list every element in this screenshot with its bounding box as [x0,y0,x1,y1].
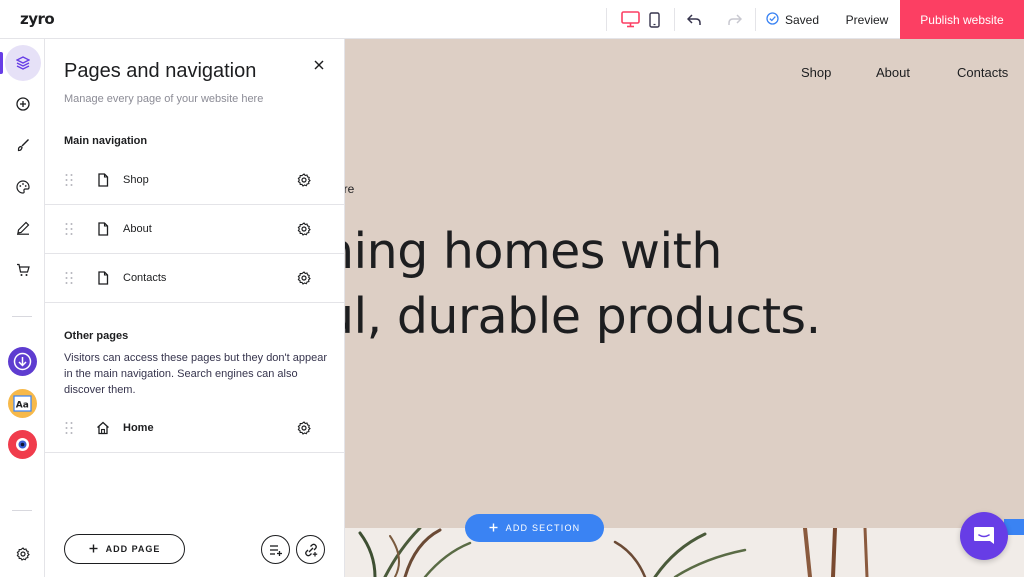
website-canvas[interactable]: Shop About Contacts are ning homes with … [345,39,1024,577]
layers-icon[interactable] [5,45,41,81]
pages-panel: Pages and navigation Manage every page o… [45,39,345,577]
rail-divider [12,316,32,317]
page-icon [96,173,110,187]
page-row-home[interactable]: Home [45,404,345,453]
plus-icon [89,544,98,555]
page-label: Shop [123,174,149,186]
left-sidebar: Aa [0,39,45,577]
site-nav-contacts[interactable]: Contacts [957,65,1008,80]
top-bar: zyro Saved Preview Publish website [0,0,1024,39]
page-icon [96,222,110,236]
page-settings-icon[interactable] [297,271,311,285]
add-dropdown-icon[interactable] [261,535,290,564]
chat-icon[interactable] [960,512,1008,560]
home-icon [96,421,110,435]
cart-icon[interactable] [5,252,41,288]
divider [606,8,607,31]
device-switcher [619,0,665,39]
site-nav-about[interactable]: About [876,65,910,80]
settings-icon[interactable] [5,536,41,572]
download-app-icon[interactable] [8,347,37,376]
divider [755,8,756,31]
hero-eyebrow[interactable]: are [345,182,354,196]
page-row-shop[interactable]: Shop [45,156,345,205]
drag-handle-icon[interactable] [64,222,74,236]
palette-icon[interactable] [5,169,41,205]
page-label: Home [123,422,154,434]
preview-button[interactable]: Preview [834,0,900,39]
plant-image[interactable] [345,528,1024,577]
other-pages-heading: Other pages [64,330,129,342]
undo-icon[interactable] [683,9,705,31]
mobile-icon[interactable] [643,9,665,31]
pen-icon[interactable] [5,210,41,246]
add-section-label: ADD SECTION [505,523,581,533]
zyro-logo[interactable]: zyro [20,10,55,28]
page-settings-icon[interactable] [297,421,311,435]
add-page-label: ADD PAGE [105,544,161,554]
page-settings-icon[interactable] [297,222,311,236]
svg-text:Aa: Aa [16,401,29,411]
add-link-icon[interactable] [296,535,325,564]
main-navigation-heading: Main navigation [64,135,148,147]
divider [674,8,675,31]
page-icon [96,271,110,285]
drag-handle-icon[interactable] [64,173,74,187]
rail-divider [12,510,32,511]
drag-handle-icon[interactable] [64,421,74,435]
page-row-contacts[interactable]: Contacts [45,254,345,303]
panel-title: Pages and navigation [64,60,257,82]
plus-icon [489,523,498,534]
page-settings-icon[interactable] [297,173,311,187]
other-pages-description: Visitors can access these pages but they… [64,352,328,396]
hero-heading-line2[interactable]: ul, durable products. [345,288,821,345]
redo-icon[interactable] [724,9,746,31]
typography-app-icon[interactable]: Aa [8,389,37,418]
saved-status: Saved [766,0,819,39]
active-indicator [0,52,3,74]
desktop-icon[interactable] [619,9,641,31]
check-circle-icon [766,11,779,28]
eye-app-icon[interactable] [8,430,37,459]
drag-handle-icon[interactable] [64,271,74,285]
page-label: Contacts [123,272,167,284]
add-section-button[interactable]: ADD SECTION [465,514,604,542]
site-nav-shop[interactable]: Shop [801,65,831,80]
panel-subtitle: Manage every page of your website here [64,93,264,105]
add-page-button[interactable]: ADD PAGE [64,534,185,564]
hero-heading-line1[interactable]: ning homes with [345,223,722,280]
page-label: About [123,223,152,235]
saved-label: Saved [785,12,820,27]
brush-icon[interactable] [5,127,41,163]
add-element-icon[interactable] [5,86,41,122]
close-icon[interactable] [311,57,327,73]
page-row-about[interactable]: About [45,205,345,254]
publish-website-button[interactable]: Publish website [900,0,1024,39]
history-controls [683,0,746,39]
